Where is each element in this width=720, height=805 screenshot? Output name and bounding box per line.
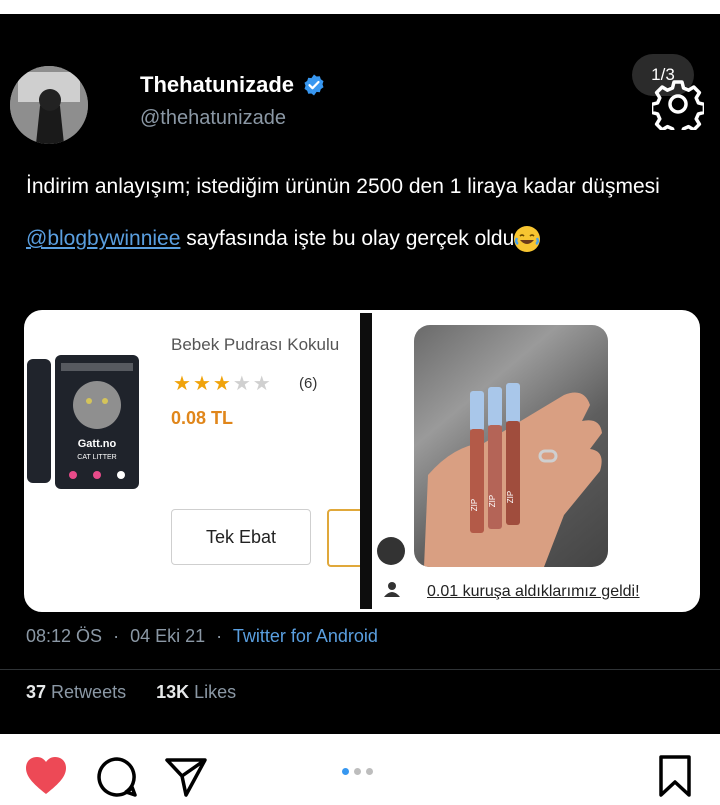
carousel-dot [354,768,361,775]
cat-litter-package: Gatt.no CAT LITTER [55,355,139,489]
person-icon [384,582,400,597]
star-icon-filled: ★ [173,373,191,395]
chat-avatar [377,537,405,565]
tweet-text-line2: @blogbywinniee sayfasında işte bu olay g… [26,224,706,254]
product-screenshot[interactable]: Gatt.no CAT LITTER Bebek Pudrası Kokulu … [27,313,371,609]
handle[interactable]: @thehatunizade [140,107,286,130]
star-icon-empty: ★ [232,373,251,395]
likes-label: Likes [194,682,237,702]
tweet-time: 08:12 ÖS [26,626,103,646]
star-icon-filled: ★ [212,373,231,395]
gear-icon[interactable] [652,78,704,130]
top-strip [0,0,720,14]
author-row: Thehatunizade [140,72,326,98]
meta-separator: · [113,626,120,646]
product-package-partial [27,359,51,483]
package-subtitle: CAT LITTER [77,454,116,461]
meta-separator: · [216,626,223,646]
tweet-meta: 08:12 ÖS · 04 Eki 21 · Twitter for Andro… [26,626,378,647]
display-name[interactable]: Thehatunizade [140,72,294,98]
carousel-dot [366,768,373,775]
tweet-client-link[interactable]: Twitter for Android [233,626,378,646]
bookmark-icon[interactable] [658,754,692,798]
star-icon-empty: ★ [252,373,271,395]
heart-icon[interactable] [24,756,68,796]
tweet-text-line2-rest: sayfasında işte bu olay gerçek oldu [180,227,515,250]
chat-caption: 0.01 kuruşa aldıklarımız geldi! [427,583,640,600]
avatar[interactable] [10,66,88,144]
retweets-label: Retweets [51,682,127,702]
media-divider [360,313,372,609]
tube-label: ZIP [470,499,479,511]
lip-gloss-photo: ZIP ZIP ZIP [414,325,608,567]
media-grid[interactable]: Gatt.no CAT LITTER Bebek Pudrası Kokulu … [24,310,700,612]
carousel-dots [342,768,373,775]
tube-label: ZIP [506,491,515,503]
chat-screenshot[interactable]: ZIP ZIP ZIP 0.01 kuruşa aldıklarımız gel… [372,313,697,609]
likes-stat[interactable]: 13K Likes [156,682,236,703]
tweet-text: İndirim anlayışım; istediğim ürünün 2500… [26,172,706,276]
rating-stars: ★ ★ ★ ★ ★ [173,371,271,396]
comment-icon[interactable] [96,756,138,798]
review-count: (6) [299,375,318,392]
retweets-count: 37 [26,682,47,702]
share-icon[interactable] [164,756,208,798]
tweet-screenshot: Thehatunizade @thehatunizade 1/3 İndirim… [0,14,720,734]
verified-badge-icon [304,74,324,96]
stats-divider [0,669,720,670]
tube-label: ZIP [488,495,497,507]
size-option-button[interactable]: Tek Ebat [171,509,311,565]
mention-link[interactable]: @blogbywinniee [26,227,180,250]
avatar-image [10,66,88,144]
product-price: 0.08 TL [171,408,234,428]
package-brand: Gatt.no [78,438,117,450]
tweet-date: 04 Eki 21 [130,626,206,646]
tweet-stats: 37 Retweets 13K Likes [26,682,236,703]
retweets-stat[interactable]: 37 Retweets [26,682,126,703]
product-title: Bebek Pudrası Kokulu [171,335,340,354]
laughing-tears-emoji-icon [514,226,541,253]
tweet-text-line1: İndirim anlayışım; istediğim ürünün 2500… [26,175,660,198]
star-icon-filled: ★ [192,373,211,395]
carousel-dot-active [342,768,349,775]
likes-count: 13K [156,682,190,702]
